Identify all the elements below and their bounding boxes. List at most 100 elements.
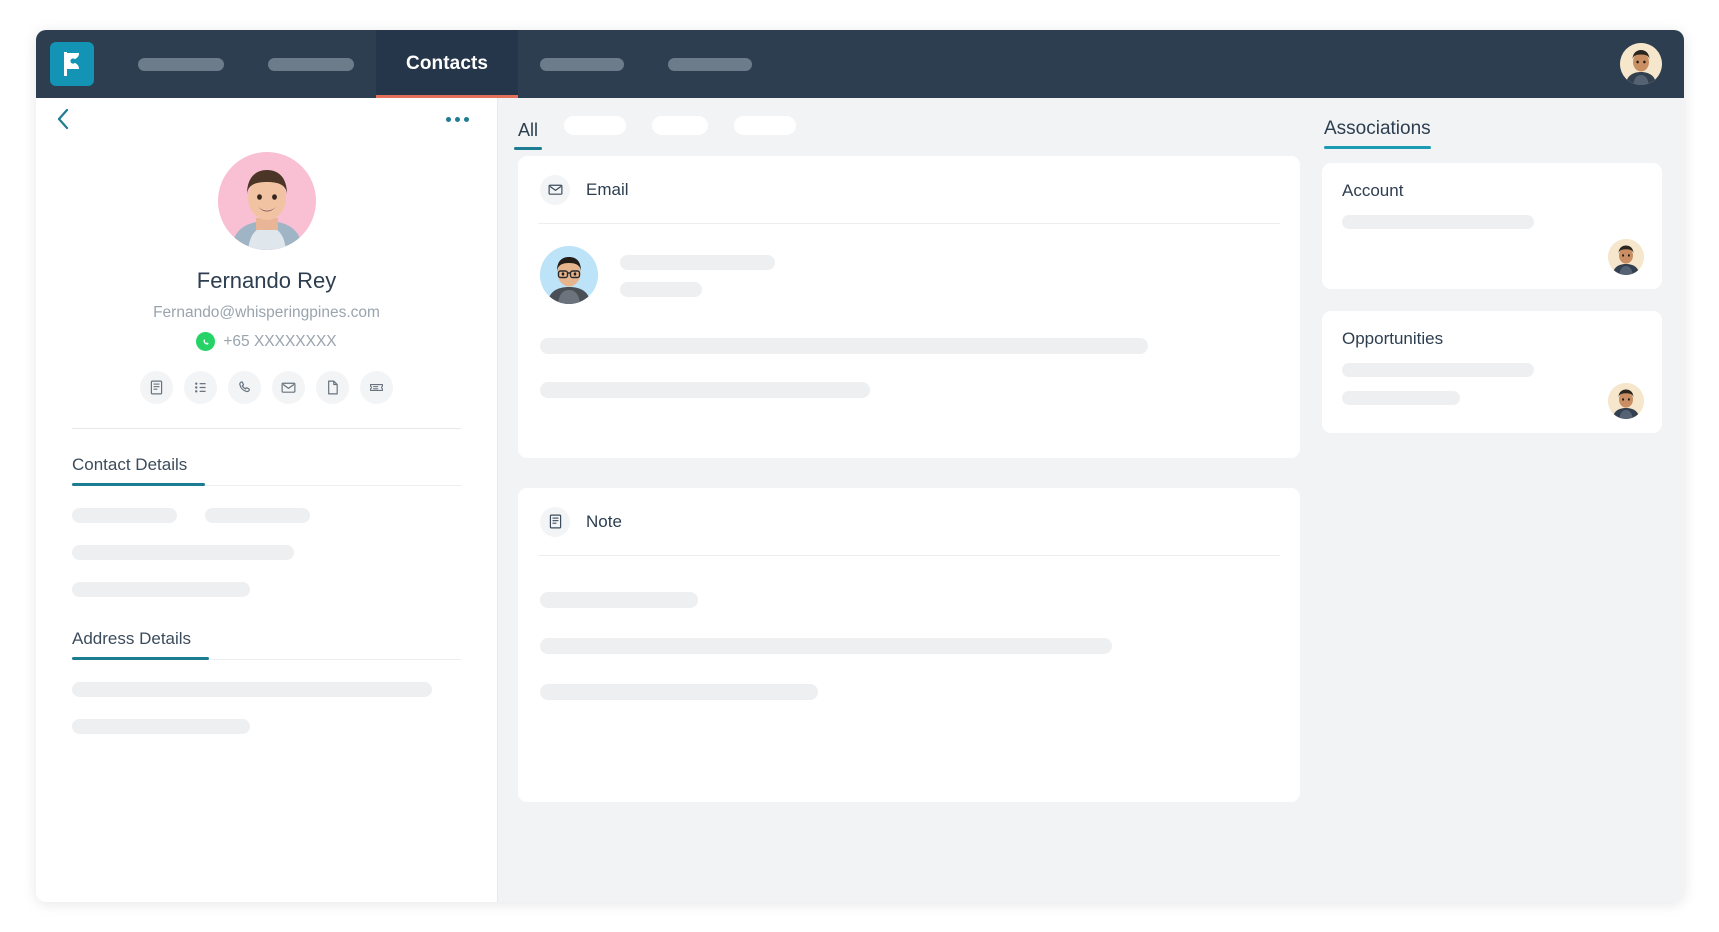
more-options-button[interactable]	[440, 111, 475, 128]
field-placeholder	[72, 545, 294, 560]
note-activity-card[interactable]: Note	[518, 488, 1300, 802]
activity-timeline-panel: All Email Note	[498, 98, 1322, 902]
address-details-header[interactable]: Address Details	[72, 629, 461, 660]
opportunities-card-title: Opportunities	[1342, 329, 1444, 348]
tab-2[interactable]	[564, 116, 627, 150]
contact-details-title: Contact Details	[72, 455, 188, 474]
contact-name: Fernando Rey	[196, 268, 337, 293]
nav-item-2-label	[268, 57, 354, 71]
more-options-icon	[464, 116, 469, 122]
address-details-body	[72, 660, 461, 734]
email-activity-card[interactable]: Email	[518, 156, 1300, 458]
note-action-button[interactable]	[140, 371, 173, 404]
call-action-button[interactable]	[228, 371, 261, 404]
nav-item-4-label	[540, 57, 625, 71]
nav-item-5-label	[668, 57, 753, 71]
p-flag-logo-icon	[64, 52, 79, 76]
phone-icon	[239, 381, 250, 393]
tab-all[interactable]: All	[513, 120, 543, 150]
user-avatar[interactable]	[1620, 43, 1662, 85]
sender-name-placeholder	[620, 255, 775, 270]
contact-details-row	[72, 508, 461, 523]
contact-avatar[interactable]	[217, 152, 316, 250]
field-placeholder	[72, 582, 250, 597]
email-message-row	[540, 246, 1278, 304]
top-navigation-bar: Contacts	[36, 30, 1684, 98]
contact-phone-number: +65 XXXXXXXX	[223, 332, 337, 350]
nav-item-contacts-label: Contacts	[406, 53, 489, 74]
app-body: Fernando Rey Fernando@whisperingpines.co…	[36, 98, 1684, 902]
document-action-button[interactable]	[316, 371, 349, 404]
nav-item-1[interactable]	[116, 30, 246, 98]
activity-cards: Email Note	[498, 150, 1322, 802]
association-card-opportunities[interactable]: Opportunities	[1322, 311, 1662, 433]
email-action-button[interactable]	[272, 371, 305, 404]
field-placeholder	[205, 508, 310, 523]
contact-details-header[interactable]: Contact Details	[72, 455, 461, 486]
tab-3[interactable]	[652, 116, 709, 150]
email-card-header: Email	[538, 156, 1280, 224]
field-placeholder	[72, 508, 177, 523]
opportunity-owner-avatar[interactable]	[1608, 383, 1644, 419]
contact-details-section: Contact Details	[36, 455, 497, 597]
task-list-icon	[195, 382, 206, 393]
back-button[interactable]	[48, 104, 78, 134]
email-message-lines	[620, 246, 775, 297]
sender-meta-placeholder	[620, 282, 702, 297]
note-glyph-icon	[549, 514, 561, 529]
account-owner-avatar[interactable]	[1608, 239, 1644, 275]
nav-item-2[interactable]	[246, 30, 376, 98]
contact-sidebar: Fernando Rey Fernando@whisperingpines.co…	[36, 98, 498, 902]
email-body-placeholder	[540, 338, 1148, 354]
contact-phone[interactable]: +65 XXXXXXXX	[36, 332, 497, 351]
chevron-left-icon	[57, 108, 69, 130]
more-options-icon	[455, 116, 460, 122]
associations-title: Associations	[1324, 118, 1431, 139]
nav-item-5[interactable]	[646, 30, 774, 98]
tab-4[interactable]	[734, 116, 797, 150]
ticket-action-button[interactable]	[360, 371, 393, 404]
nav-item-contacts[interactable]: Contacts	[376, 30, 519, 98]
opportunity-value-placeholder	[1342, 363, 1534, 377]
app-logo[interactable]	[50, 42, 94, 86]
note-icon	[150, 380, 163, 395]
whatsapp-icon	[196, 332, 216, 351]
document-icon	[328, 380, 338, 395]
account-card-title: Account	[1342, 181, 1404, 200]
email-glyph-icon	[548, 184, 562, 195]
whatsapp-glyph-icon	[203, 338, 209, 345]
nav-items: Contacts	[116, 30, 774, 98]
contact-email[interactable]: Fernando@whisperingpines.com	[36, 304, 497, 322]
task-list-action-button[interactable]	[184, 371, 217, 404]
tab-2-label	[564, 116, 627, 135]
contact-details-body	[72, 486, 461, 597]
app-window: Contacts Fernando Rey Fernando@whisperin…	[36, 30, 1684, 902]
sender-avatar[interactable]	[540, 246, 598, 304]
contact-avatar-image	[217, 152, 316, 250]
activity-tabs: All	[498, 98, 1322, 150]
field-placeholder	[72, 719, 250, 734]
nav-item-4[interactable]	[518, 30, 646, 98]
associations-header[interactable]: Associations	[1324, 118, 1431, 149]
note-card-title: Note	[586, 511, 622, 531]
associations-panel: Associations Account Opportunities	[1322, 98, 1684, 902]
association-card-account[interactable]: Account	[1322, 163, 1662, 289]
ticket-icon	[369, 383, 384, 392]
note-line-placeholder	[540, 592, 698, 608]
contact-profile: Fernando Rey Fernando@whisperingpines.co…	[36, 140, 497, 404]
